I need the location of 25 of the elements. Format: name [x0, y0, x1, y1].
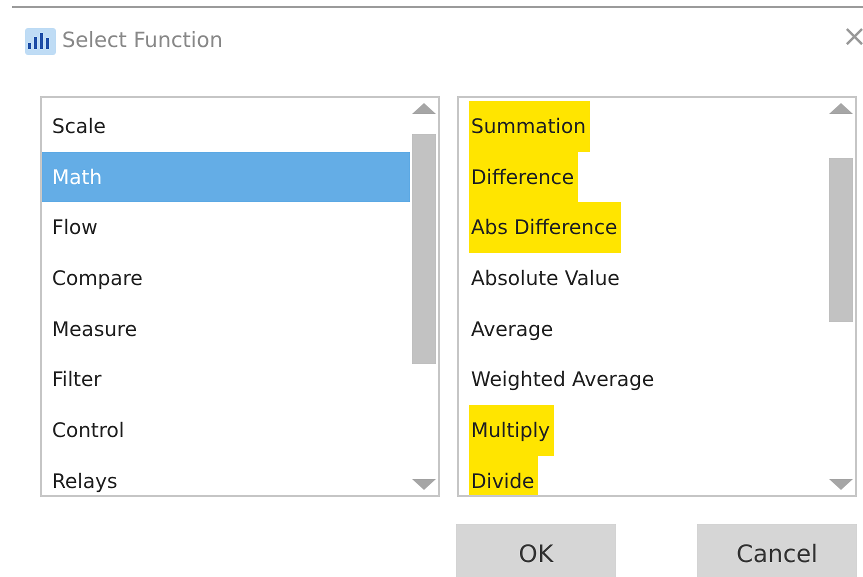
- list-item[interactable]: Absolute Value: [469, 253, 624, 304]
- scrollbar-thumb[interactable]: [412, 134, 436, 364]
- list-item[interactable]: Measure: [42, 304, 410, 354]
- list-item[interactable]: Summation: [469, 101, 590, 152]
- scrollbar-thumb[interactable]: [829, 158, 853, 322]
- list-item[interactable]: Abs Difference: [469, 202, 622, 254]
- cancel-button[interactable]: Cancel: [697, 524, 857, 577]
- list-item[interactable]: Difference: [469, 152, 578, 202]
- list-item[interactable]: Relays: [42, 456, 410, 495]
- scroll-up-arrow-icon[interactable]: [412, 102, 436, 116]
- list-item[interactable]: Multiply: [469, 405, 554, 456]
- list-item[interactable]: Filter: [42, 354, 410, 406]
- list-item[interactable]: Weighted Average: [469, 354, 658, 406]
- scroll-up-arrow-icon[interactable]: [829, 102, 853, 116]
- scroll-down-arrow-icon[interactable]: [412, 477, 436, 491]
- list-item[interactable]: Flow: [42, 202, 410, 254]
- list-item[interactable]: Divide: [469, 456, 538, 495]
- list-item[interactable]: Control: [42, 405, 410, 456]
- ok-button[interactable]: OK: [456, 524, 616, 577]
- list-item[interactable]: Average: [469, 304, 558, 354]
- dialog-title: Select Function: [62, 27, 223, 54]
- bar-chart-icon: [25, 28, 56, 54]
- scroll-down-arrow-icon[interactable]: [829, 477, 853, 491]
- list-item[interactable]: Compare: [42, 253, 410, 304]
- list-item[interactable]: Scale: [42, 101, 410, 152]
